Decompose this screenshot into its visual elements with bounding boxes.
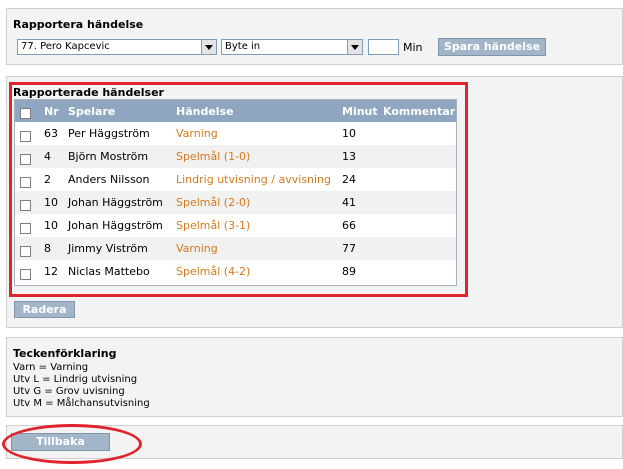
- row-player: Jimmy Viström: [68, 242, 148, 255]
- legend-item: Varn = Varning: [13, 362, 89, 373]
- row-nr: 4: [44, 150, 51, 163]
- row-nr: 2: [44, 173, 51, 186]
- chevron-down-icon[interactable]: [201, 40, 216, 54]
- delete-button[interactable]: Radera: [14, 301, 75, 318]
- header-minute: Minut: [342, 105, 378, 118]
- event-select[interactable]: Byte in: [221, 39, 363, 55]
- events-table: Nr Spelare Händelse Minut Kommentar 63 P…: [14, 99, 457, 286]
- row-nr: 12: [44, 265, 58, 278]
- table-header: Nr Spelare Händelse Minut Kommentar: [15, 100, 456, 122]
- row-player: Niclas Mattebo: [68, 265, 150, 278]
- row-event: Varning: [176, 242, 218, 255]
- row-player: Johan Häggström: [68, 196, 163, 209]
- row-event: Spelmål (2-0): [176, 196, 251, 209]
- chevron-down-icon[interactable]: [347, 40, 362, 54]
- minute-label: Min: [403, 41, 423, 54]
- row-minute: 24: [342, 173, 356, 186]
- player-select-value: 77. Pero Kapcevic: [21, 41, 110, 52]
- legend-item: Utv L = Lindrig utvisning: [13, 374, 138, 385]
- minute-input[interactable]: [368, 39, 399, 55]
- legend-title: Teckenförklaring: [13, 347, 117, 360]
- event-select-value: Byte in: [225, 41, 261, 52]
- row-player: Björn Moström: [68, 150, 149, 163]
- row-checkbox[interactable]: [20, 131, 31, 142]
- row-nr: 8: [44, 242, 51, 255]
- row-player: Anders Nilsson: [68, 173, 150, 186]
- row-event: Spelmål (1-0): [176, 150, 251, 163]
- legend-item: Utv G = Grov uvisning: [13, 386, 125, 397]
- row-event: Varning: [176, 127, 218, 140]
- row-player: Per Häggström: [68, 127, 150, 140]
- row-checkbox[interactable]: [20, 269, 31, 280]
- table-row: 12 Niclas Mattebo Spelmål (4-2) 89: [15, 260, 456, 283]
- row-minute: 77: [342, 242, 356, 255]
- row-minute: 41: [342, 196, 356, 209]
- row-checkbox[interactable]: [20, 154, 31, 165]
- table-row: 4 Björn Moström Spelmål (1-0) 13: [15, 145, 456, 168]
- row-minute: 13: [342, 150, 356, 163]
- legend-item: Utv M = Målchansutvisning: [13, 398, 150, 409]
- row-minute: 10: [342, 127, 356, 140]
- table-row: 8 Jimmy Viström Varning 77: [15, 237, 456, 260]
- header-comment: Kommentar: [383, 105, 456, 118]
- select-all-checkbox[interactable]: [20, 108, 31, 119]
- table-row: 63 Per Häggström Varning 10: [15, 122, 456, 145]
- reported-events-title: Rapporterade händelser: [13, 86, 164, 99]
- table-row: 10 Johan Häggström Spelmål (3-1) 66: [15, 214, 456, 237]
- report-event-title: Rapportera händelse: [13, 18, 144, 31]
- header-event: Händelse: [176, 105, 234, 118]
- row-checkbox[interactable]: [20, 223, 31, 234]
- table-row: 10 Johan Häggström Spelmål (2-0) 41: [15, 191, 456, 214]
- save-event-button[interactable]: Spara händelse: [438, 38, 546, 56]
- header-nr: Nr: [44, 105, 59, 118]
- row-nr: 63: [44, 127, 58, 140]
- row-nr: 10: [44, 196, 58, 209]
- report-event-panel: Rapportera händelse 77. Pero Kapcevic By…: [6, 8, 623, 65]
- row-checkbox[interactable]: [20, 246, 31, 257]
- row-minute: 66: [342, 219, 356, 232]
- row-checkbox[interactable]: [20, 200, 31, 211]
- row-nr: 10: [44, 219, 58, 232]
- row-event: Spelmål (4-2): [176, 265, 251, 278]
- legend-panel: Teckenförklaring Varn = Varning Utv L = …: [6, 337, 623, 417]
- row-checkbox[interactable]: [20, 177, 31, 188]
- row-minute: 89: [342, 265, 356, 278]
- player-select[interactable]: 77. Pero Kapcevic: [17, 39, 217, 55]
- table-row: 2 Anders Nilsson Lindrig utvisning / avv…: [15, 168, 456, 191]
- row-player: Johan Häggström: [68, 219, 163, 232]
- row-event: Lindrig utvisning / avvisning: [176, 173, 331, 186]
- row-event: Spelmål (3-1): [176, 219, 251, 232]
- header-player: Spelare: [68, 105, 116, 118]
- back-button[interactable]: Tillbaka: [11, 433, 110, 451]
